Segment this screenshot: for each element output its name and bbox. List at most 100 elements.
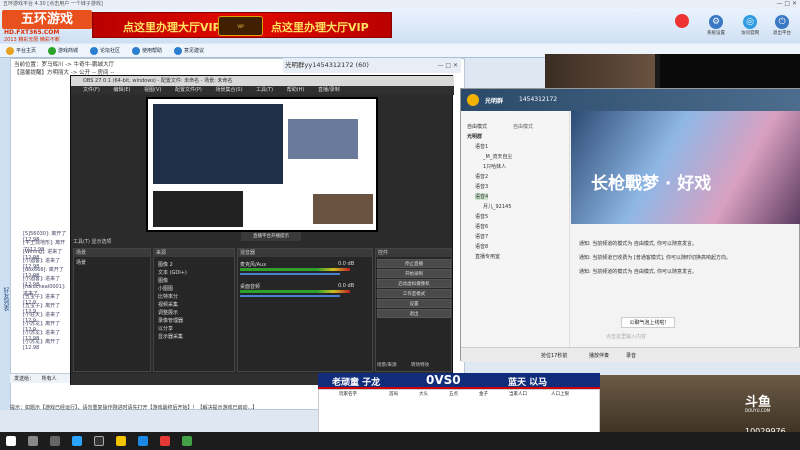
virtual-camera-button[interactable]: 启动虚拟摄像机	[377, 279, 451, 288]
nav-home[interactable]: 平台主页	[6, 46, 36, 56]
search-icon[interactable]	[28, 436, 38, 446]
start-icon[interactable]	[6, 436, 16, 446]
group-header: 光明群 1454312172	[461, 89, 800, 111]
send-to-value[interactable]: 所有人	[42, 376, 57, 382]
settings-button[interactable]: ⚙ 系统设置	[704, 14, 728, 42]
exit-button[interactable]: ⏻ 退出平台	[770, 14, 794, 42]
exit-obs-button[interactable]: 退出	[377, 309, 451, 318]
obs-menu-tools[interactable]: 工具(T)	[256, 87, 273, 93]
sheet-header: 金子	[479, 392, 488, 397]
logo-slogan: 2013 精彩无限 精彩不断	[4, 37, 60, 43]
channel-item[interactable]: 直播专用室	[475, 253, 500, 260]
obs-menu-view[interactable]: 视图(V)	[144, 87, 161, 93]
explorer-icon[interactable]	[116, 436, 126, 446]
source-item[interactable]: 显示器采集	[158, 333, 183, 340]
nav-help[interactable]: 使用帮助	[132, 46, 162, 56]
exit-icon: ⏻	[775, 15, 789, 29]
member-item[interactable]: 月儿_92145	[483, 203, 511, 210]
chat-log: [5]56030]: 离开了[12.98 [平王现地形]: 离开了[12.98 …	[10, 230, 70, 370]
sheet-header: 当家人口	[509, 392, 527, 397]
channel-item[interactable]: 语音4	[475, 193, 489, 200]
qq-icon[interactable]	[72, 436, 82, 446]
channel-item[interactable]: 语音5	[475, 213, 488, 220]
volume-slider[interactable]	[240, 273, 340, 275]
preview-thumb	[288, 119, 358, 159]
window-controls[interactable]: — □ ✕	[746, 0, 800, 9]
source-item[interactable]: 小图图	[158, 285, 173, 292]
website-button[interactable]: ◎ 访问官网	[738, 14, 762, 42]
video-frame	[660, 54, 800, 90]
channel-item[interactable]: 语音8	[475, 243, 488, 250]
preview-thumb	[153, 191, 243, 227]
chat-window-controls[interactable]: — □ ✕	[418, 58, 461, 73]
settings-button[interactable]: 设置	[377, 299, 451, 308]
obs-title-bar: OBS 27.0.1 (64-bit, windows) - 配置文件: 未命名…	[71, 76, 454, 86]
stop-stream-button[interactable]: 停止直播	[377, 259, 451, 268]
location-label: 当前位置：罗马辉川 -> 牛奇牛-鹏城大厅	[14, 62, 115, 68]
chat-line: [小苏龙]: 离开了[12.98	[23, 339, 61, 351]
obs-menu-file[interactable]: 文件(F)	[83, 87, 100, 93]
obs-menu-profile[interactable]: 配置文件(P)	[175, 87, 202, 93]
channel-item[interactable]: 语音1	[475, 143, 488, 150]
channel-item[interactable]: 光明群	[467, 133, 482, 140]
source-item[interactable]: 调整展示	[158, 309, 178, 316]
studio-mode-button[interactable]: 工作室模式	[377, 289, 451, 298]
obs-icon[interactable]	[94, 436, 104, 446]
friends-side-tab[interactable]: 好友列表	[0, 58, 10, 410]
tab-scenes-sources[interactable]: 场景/来源	[377, 362, 397, 368]
sheet-header: 玩家名字	[339, 392, 357, 397]
obs-popup[interactable]: 直播平台开播提示	[241, 232, 301, 241]
globe-icon: ◎	[743, 15, 757, 29]
play-music-button[interactable]: 播放伴奏	[589, 352, 609, 359]
sources-title: 来源	[154, 249, 234, 257]
ie-icon[interactable]	[138, 436, 148, 446]
channel-item[interactable]: 语音2	[475, 173, 488, 180]
scene-item[interactable]: 场景	[74, 257, 150, 268]
member-item[interactable]: _M_流天自尘	[483, 153, 512, 160]
settings-label: 系统设置	[707, 31, 725, 36]
obs-menu-scenes[interactable]: 场景集合(S)	[215, 87, 242, 93]
game-icon[interactable]	[160, 436, 170, 446]
channel-item[interactable]: 语音3	[475, 183, 488, 190]
mixer-channel-name: 麦克风/Aux	[240, 262, 267, 268]
nav-feedback[interactable]: 意见建议	[174, 46, 204, 56]
volume-meter	[240, 268, 350, 271]
system-message: 通知: 当前频道的模式为 自由模式, 你可以随意发言。	[579, 269, 698, 275]
source-item[interactable]: 录像管理器	[158, 317, 183, 324]
score-overlay: 老顽童 子龙 0VS0 蓝天 以马	[318, 373, 600, 389]
nav-forum-label: 论坛社区	[100, 48, 121, 54]
source-item[interactable]: 图像	[158, 277, 168, 284]
tab-transitions[interactable]: 转场特效	[411, 362, 429, 368]
mixer-channel-db: 0.0 dB	[338, 283, 355, 289]
source-item[interactable]: 图像 2	[158, 261, 173, 268]
obs-preview[interactable]	[146, 97, 378, 232]
obs-transition-bar: 工具(T) 显示选项	[73, 239, 112, 245]
shop-icon	[48, 47, 56, 55]
source-item[interactable]: 视频采集	[158, 301, 178, 308]
home-icon	[6, 47, 14, 55]
source-item[interactable]: 文本 (GDI+)	[158, 269, 187, 276]
nav-forum[interactable]: 论坛社区	[90, 46, 120, 56]
volume-slider[interactable]	[240, 295, 340, 297]
wechat-icon[interactable]	[182, 436, 192, 446]
grab-mic-button[interactable]: 抢位17秒前	[541, 352, 567, 359]
sheet-header: 五点	[449, 392, 458, 397]
nav-shop[interactable]: 游戏商城	[48, 46, 78, 56]
vip-ad-banner[interactable]: 点这里办理大厅VIP VIP 点这里办理大厅VIP	[92, 12, 392, 38]
record-button[interactable]: 录音	[626, 352, 636, 359]
start-recording-button[interactable]: 开始录制	[377, 269, 451, 278]
douyu-url: DOUYU.COM	[745, 408, 771, 413]
task-view-icon[interactable]	[50, 436, 60, 446]
obs-menu-help[interactable]: 帮助(H)	[287, 87, 305, 93]
gear-icon: ⚙	[709, 15, 723, 29]
source-item[interactable]: 以分享	[158, 325, 173, 332]
channel-item[interactable]: 语音7	[475, 233, 488, 240]
obs-menu-stream[interactable]: 直播/录制	[318, 87, 340, 93]
message-input[interactable]: 点击这里输入内容	[606, 333, 646, 340]
member-item[interactable]: 1只哈妹人	[483, 163, 506, 170]
scenes-title: 场景	[74, 249, 150, 257]
source-item[interactable]: 比特率分	[158, 293, 178, 300]
channel-item[interactable]: 语音6	[475, 223, 488, 230]
obs-menu-edit[interactable]: 编辑(E)	[113, 87, 130, 93]
bubble-button[interactable]: 公聊气泡上线啦!	[621, 317, 675, 328]
